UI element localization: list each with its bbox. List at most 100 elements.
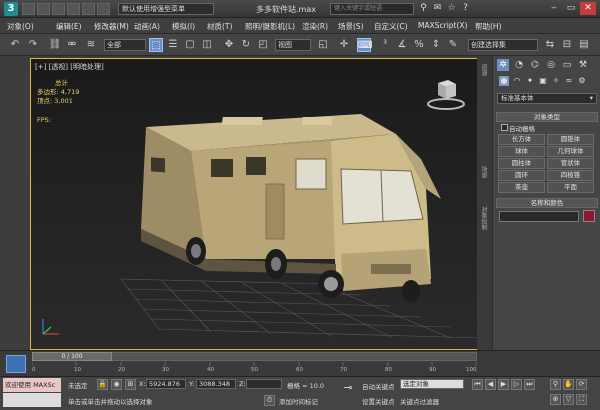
layer-manager-icon[interactable]: ▤ [577, 38, 591, 52]
maximize-icon[interactable]: ▭ [563, 2, 579, 15]
maxscript-listener[interactable]: 欢迎使用 MAXSc [3, 378, 61, 392]
menu-animation[interactable]: 动画(A) [132, 20, 162, 33]
rectangular-region-icon[interactable]: ▢ [183, 38, 197, 52]
minimize-icon[interactable]: ‒ [546, 2, 562, 15]
field-of-view-icon[interactable]: ▽ [563, 394, 574, 405]
object-type-rollout[interactable]: 对象类型 [496, 112, 598, 122]
menu-lighting[interactable]: 照明/摄影机(L) [243, 20, 297, 33]
search-input[interactable]: 键入关键字或短语 [330, 3, 414, 15]
auto-key-button[interactable]: 自动关键点 [362, 381, 395, 391]
display-tab-icon[interactable]: ▭ [561, 59, 573, 71]
help-icon[interactable]: ? [460, 3, 471, 14]
app-logo-icon[interactable]: 3 [4, 2, 18, 16]
y-coordinate-field[interactable]: 3088.348 [196, 379, 236, 389]
lock-selection-icon[interactable]: 🔒 [97, 379, 108, 390]
redo-icon[interactable]: ↷ [26, 38, 40, 52]
orbit-icon[interactable]: ⟳ [576, 379, 587, 390]
sphere-button[interactable]: 球体 [498, 146, 545, 157]
menu-object[interactable]: 对象(O) [5, 20, 36, 33]
next-frame-icon[interactable]: ▷ [511, 379, 522, 390]
spinner-snap-icon[interactable]: ⇕ [429, 38, 443, 52]
select-object-icon[interactable]: ⬚ [149, 38, 163, 52]
pivot-center-icon[interactable]: ◱ [316, 38, 330, 52]
unlink-icon[interactable]: ⚮ [65, 38, 79, 52]
side-label-scene[interactable]: 场景 [479, 166, 488, 178]
modify-tab-icon[interactable]: ◔ [513, 59, 525, 71]
teapot-button[interactable]: 茶壶 [498, 182, 545, 193]
favorites-icon[interactable]: ☆ [446, 3, 457, 14]
undo-quick-icon[interactable] [67, 3, 80, 15]
snaps-toggle-icon[interactable]: ³ [378, 38, 392, 52]
named-selection-dropdown[interactable]: 创建选择集 [468, 39, 538, 51]
perspective-viewport[interactable]: [+] [透视] [明暗处理] 总计 多边形: 4,719 顶点: 3,001 … [30, 58, 492, 350]
hierarchy-tab-icon[interactable]: ⌬ [529, 59, 541, 71]
menu-edit[interactable]: 编辑(E) [54, 20, 84, 33]
menu-customize[interactable]: 自定义(C) [372, 20, 410, 33]
helpers-icon[interactable]: ✧ [551, 76, 561, 86]
workspace-dropdown[interactable]: 默认使用增强型菜单 [118, 3, 214, 15]
project-folder-icon[interactable] [97, 3, 110, 15]
undo-icon[interactable]: ↶ [8, 38, 22, 52]
key-filters-button[interactable]: 关键点过滤器 [400, 396, 439, 406]
geosphere-button[interactable]: 几何球体 [547, 146, 594, 157]
subscription-icon[interactable]: ✉ [432, 3, 443, 14]
select-manipulate-icon[interactable]: ✛ [337, 38, 351, 52]
set-key-icon[interactable]: ⊸ [340, 381, 356, 401]
utilities-tab-icon[interactable]: ⚒ [577, 59, 589, 71]
name-color-rollout[interactable]: 名称和颜色 [496, 198, 598, 208]
select-by-name-icon[interactable]: ☰ [166, 38, 180, 52]
new-file-icon[interactable] [22, 3, 35, 15]
select-scale-icon[interactable]: ◰ [256, 38, 270, 52]
space-warps-icon[interactable]: ≈ [564, 76, 574, 86]
time-slider-thumb[interactable]: 0 / 100 [32, 352, 112, 361]
play-icon[interactable]: ▶ [498, 379, 509, 390]
create-tab-icon[interactable]: ✲ [497, 59, 509, 71]
torus-button[interactable]: 圆环 [498, 170, 545, 181]
pan-icon[interactable]: ✋ [563, 379, 574, 390]
x-coordinate-field[interactable]: 5924.876 [146, 379, 186, 389]
save-file-icon[interactable] [52, 3, 65, 15]
angle-snap-icon[interactable]: ∡ [395, 38, 409, 52]
bind-space-warp-icon[interactable]: ≋ [84, 38, 98, 52]
keyboard-shortcut-override-icon[interactable]: ⌨ [357, 38, 372, 52]
select-move-icon[interactable]: ✥ [222, 38, 236, 52]
geometry-icon[interactable]: ● [499, 76, 509, 86]
menu-modifiers[interactable]: 修改器(M) [92, 20, 131, 33]
percent-snap-icon[interactable]: % [412, 38, 426, 52]
side-label-object-paint[interactable]: 对象绘制 [479, 206, 488, 230]
reference-coordinate-dropdown[interactable]: 视图 [275, 39, 311, 51]
select-rotate-icon[interactable]: ↻ [239, 38, 253, 52]
zoom-all-icon[interactable]: ⊕ [550, 394, 561, 405]
edit-named-selection-icon[interactable]: ✎ [446, 38, 460, 52]
pyramid-button[interactable]: 四棱锥 [547, 170, 594, 181]
box-button[interactable]: 长方体 [498, 134, 545, 145]
menu-help[interactable]: 帮助(H) [473, 20, 504, 33]
window-crossing-icon[interactable]: ◫ [200, 38, 214, 52]
absolute-mode-icon[interactable]: ⊞ [125, 379, 136, 390]
previous-frame-icon[interactable]: ◀ [485, 379, 496, 390]
select-link-icon[interactable]: ⛓ [48, 38, 62, 52]
motion-tab-icon[interactable]: ◎ [545, 59, 557, 71]
lights-icon[interactable]: ✦ [525, 76, 535, 86]
shapes-icon[interactable]: ◠ [512, 76, 522, 86]
object-color-swatch[interactable] [583, 210, 595, 222]
align-icon[interactable]: ⊟ [560, 38, 574, 52]
maxscript-listener-output[interactable] [3, 393, 61, 407]
side-label-resources[interactable]: 资源 [479, 64, 488, 76]
object-name-field[interactable] [499, 211, 579, 222]
cone-button[interactable]: 圆锥体 [547, 134, 594, 145]
search-icon[interactable]: ⚲ [418, 3, 429, 14]
key-object-dropdown[interactable]: 选定对象 [400, 379, 464, 389]
open-mini-curve-editor-icon[interactable] [6, 355, 26, 373]
redo-quick-icon[interactable] [82, 3, 95, 15]
viewcube-icon[interactable] [426, 77, 466, 111]
isolate-selection-icon[interactable]: ◉ [111, 379, 122, 390]
zoom-icon[interactable]: ⚲ [550, 379, 561, 390]
tube-button[interactable]: 管状体 [547, 158, 594, 169]
menu-rendering[interactable]: 渲染(R) [300, 20, 330, 33]
time-tag-icon[interactable]: ⏱ [264, 395, 275, 406]
add-time-tag[interactable]: 添加时间标记 [279, 396, 318, 406]
set-key-button[interactable]: 设置关键点 [362, 396, 395, 406]
menu-maxscript[interactable]: MAXScript(X) [416, 20, 469, 31]
object-category-dropdown[interactable]: 标准基本体 ▾ [497, 93, 597, 104]
